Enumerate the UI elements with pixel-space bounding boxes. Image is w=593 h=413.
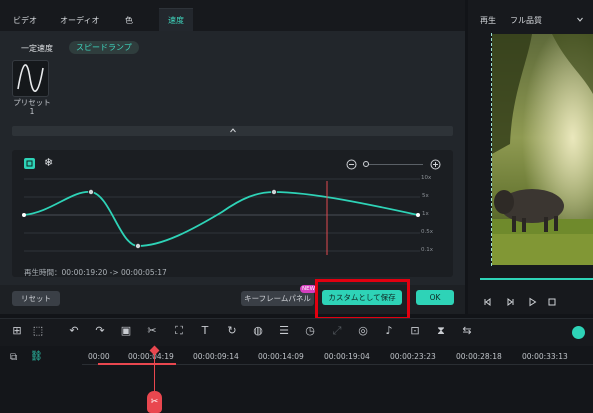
speed-point [416, 213, 420, 217]
audio-icon[interactable]: ♪ [382, 324, 396, 338]
constant-speed-tab[interactable]: 一定速度 [21, 43, 53, 54]
ruler-label: 00:00:14:09 [258, 352, 304, 361]
editing-toolbar [0, 318, 593, 346]
duration-text: 再生時間：00:00:19:20 -> 00:00:05:17 [24, 268, 167, 277]
y-label-5x: 5x [422, 193, 429, 199]
ruler-label: 00:00:19:04 [324, 352, 370, 361]
y-label-10x: 10x [421, 175, 432, 181]
link-icon[interactable]: ⛓ [30, 351, 43, 362]
chevron-down-icon[interactable] [577, 17, 583, 22]
tab-audio[interactable]: オーディオ [60, 10, 99, 31]
undo-icon[interactable]: ↶ [67, 324, 81, 338]
more-icon[interactable]: ⇆ [460, 324, 474, 338]
speed-range-marker [98, 363, 176, 365]
speed-point [135, 243, 142, 250]
layout-icon[interactable]: ⊞ [10, 324, 24, 338]
step-back-icon[interactable] [483, 297, 493, 307]
preset-label: プリセット 1 [13, 98, 51, 116]
speed-point [270, 189, 277, 196]
speed-ramp-tab[interactable]: スピードランプ [69, 41, 139, 54]
select-tool-icon[interactable]: ⬚ [31, 324, 45, 338]
quality-select[interactable]: フル品質 [510, 15, 542, 26]
crop-icon[interactable]: ⛶ [172, 324, 186, 338]
playhead-line[interactable] [154, 352, 155, 392]
ok-button[interactable]: OK [416, 290, 454, 305]
color-icon[interactable]: ◍ [251, 324, 265, 338]
playback-label: 再生 [480, 16, 496, 25]
speed-curve-line [23, 191, 419, 247]
speed-icon[interactable]: ◷ [303, 324, 317, 338]
zoom-slider-handle[interactable] [363, 161, 369, 167]
split-marker[interactable]: ✂ [147, 391, 162, 413]
y-label-1x: 1x [422, 211, 429, 217]
freeze-icon[interactable]: ❄ [44, 156, 53, 169]
preset-thumbnail[interactable] [12, 60, 49, 97]
reset-button[interactable]: リセット [12, 291, 60, 306]
zoom-in-icon[interactable] [430, 159, 441, 170]
ruler-label: 00:00:09:14 [193, 352, 239, 361]
speed-point [88, 189, 95, 196]
crop-guide-line [491, 33, 492, 266]
ruler-label: 00:00:04:19 [128, 352, 174, 361]
ruler-label: 00:00 [88, 352, 110, 361]
ai-assist-icon[interactable] [572, 326, 585, 339]
stop-icon[interactable] [547, 297, 557, 307]
tab-color[interactable]: 色 [125, 10, 133, 31]
step-forward-icon[interactable] [505, 297, 515, 307]
text-icon[interactable]: T [198, 324, 212, 338]
ruler-label: 00:00:23:23 [390, 352, 436, 361]
property-tab-bar: ビデオ オーディオ 色 速度 [0, 0, 465, 31]
y-label-0.1x: 0.1x [421, 247, 434, 253]
delete-icon[interactable]: ▣ [119, 324, 133, 338]
tab-speed[interactable]: 速度 [159, 8, 193, 31]
ramp-curve-icon [17, 64, 44, 92]
play-icon[interactable] [527, 297, 537, 307]
record-icon[interactable]: ⊡ [408, 324, 422, 338]
chevron-up-icon [230, 128, 236, 133]
grid-icon [26, 160, 33, 167]
highlight-box [315, 279, 410, 320]
zoom-slider[interactable] [367, 164, 423, 165]
video-preview[interactable] [492, 34, 593, 265]
ruler-label: 00:00:28:18 [456, 352, 502, 361]
freeze-frame-icon[interactable]: ⧗ [434, 324, 448, 338]
mask-icon[interactable]: ◎ [356, 324, 370, 338]
track-settings-icon[interactable]: ⧉ [10, 352, 17, 363]
adjust-icon[interactable]: ☰ [277, 324, 291, 338]
zoom-out-icon[interactable] [346, 159, 357, 170]
split-icon[interactable]: ✂ [145, 324, 159, 338]
rotate-icon[interactable]: ↻ [225, 324, 239, 338]
tab-video[interactable]: ビデオ [13, 10, 37, 31]
keyframe-panel-button[interactable]: キーフレームパネル [241, 291, 314, 306]
curve-mode-button[interactable] [24, 158, 35, 169]
redo-icon[interactable]: ↷ [93, 324, 107, 338]
ruler-label: 00:00:33:13 [522, 352, 568, 361]
preview-progress-bar[interactable] [480, 278, 593, 280]
speed-point [22, 213, 26, 217]
resize-icon[interactable]: ⤢ [330, 324, 344, 338]
y-label-0.5x: 0.5x [421, 229, 434, 235]
collapse-bar[interactable] [12, 126, 453, 136]
speed-curve-graph[interactable]: 10x 5x 1x 0.5x 0.1x [12, 150, 453, 277]
